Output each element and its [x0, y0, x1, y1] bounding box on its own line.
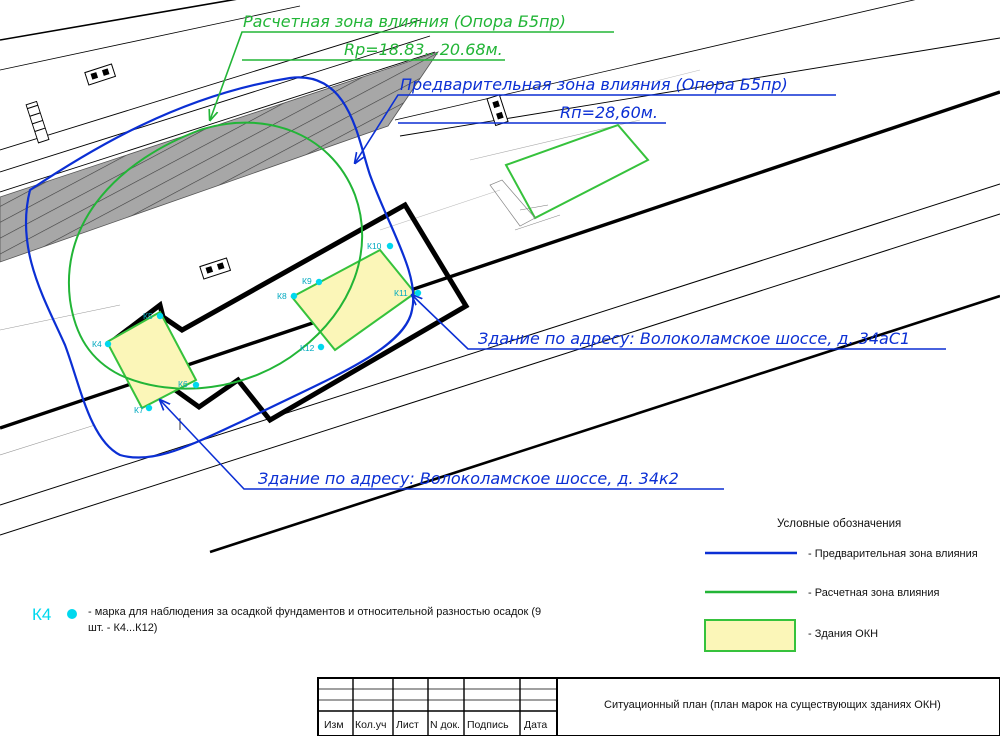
tb-header-date: Дата [524, 719, 547, 731]
legend-title: Условные обозначения [777, 518, 901, 530]
marker-k7-label: К7 [134, 405, 144, 415]
legend-calc-label: - Расчетная зона влияния [808, 587, 940, 599]
drawing-title: Ситуационный план (план марок на существ… [604, 699, 941, 711]
marker-k10-label: К10 [367, 241, 382, 251]
legend-prelim-label: - Предварительная зона влияния [808, 548, 978, 560]
title-block: Изм Кол.уч Лист N док. Подпись Дата Ситу… [317, 677, 1000, 736]
marker-k5 [156, 312, 164, 320]
building-right [489, 123, 650, 227]
marker-note-dot [67, 609, 77, 619]
marker-k11 [414, 289, 422, 297]
marker-k5-label: К5 [143, 311, 153, 321]
calc-zone-radius: Rр=18.83...20.68м. [344, 40, 503, 59]
marker-k8-label: К8 [277, 291, 287, 301]
marker-k11-label: К11 [394, 288, 408, 298]
tb-header-kol: Кол.уч [355, 719, 387, 731]
legend-okn-swatch [704, 619, 796, 652]
marker-k8 [290, 292, 298, 300]
legend-okn-label: - Здания ОКН [808, 628, 878, 640]
marker-k9-label: К9 [302, 276, 312, 286]
tb-header-ndoc: N док. [430, 719, 460, 731]
leader-lines [160, 31, 946, 490]
marker-k4 [104, 340, 112, 348]
building-a-label: Здание по адресу: Волоколамское шоссе, д… [478, 329, 910, 348]
marker-k9 [315, 278, 323, 286]
marker-note-line2: шт. - К4...К12) [88, 622, 157, 634]
marker-k10 [386, 242, 394, 250]
marker-note-symbol: К4 [32, 605, 51, 624]
situation-plan: Расчетная зона влияния (Опора Б5пр) Rр=1… [0, 0, 1000, 736]
marker-k6 [192, 381, 200, 389]
marker-k12 [317, 343, 325, 351]
calc-zone-title: Расчетная зона влияния (Опора Б5пр) [243, 12, 566, 31]
hatched-embankment [0, 51, 439, 263]
prelim-zone-radius: Rп=28,60м. [560, 103, 658, 122]
marker-note-line1: - марка для наблюдения за осадкой фундам… [88, 606, 541, 618]
legend: Условные обозначения - Предварительная з… [704, 518, 978, 652]
tb-header-sign: Подпись [467, 719, 509, 731]
marker-k12-label: К12 [300, 343, 315, 353]
building-b-label: Здание по адресу: Волоколамское шоссе, д… [258, 469, 679, 488]
marker-k7 [145, 404, 153, 412]
prelim-zone-title: Предварительная зона влияния (Опора Б5пр… [400, 75, 788, 94]
tb-header-izm: Изм [324, 719, 344, 731]
marker-note: К4 - марка для наблюдения за осадкой фун… [32, 605, 541, 634]
marker-k4-label: К4 [92, 339, 102, 349]
tb-header-list: Лист [396, 719, 419, 731]
marker-k6-label: К6 [178, 379, 188, 389]
